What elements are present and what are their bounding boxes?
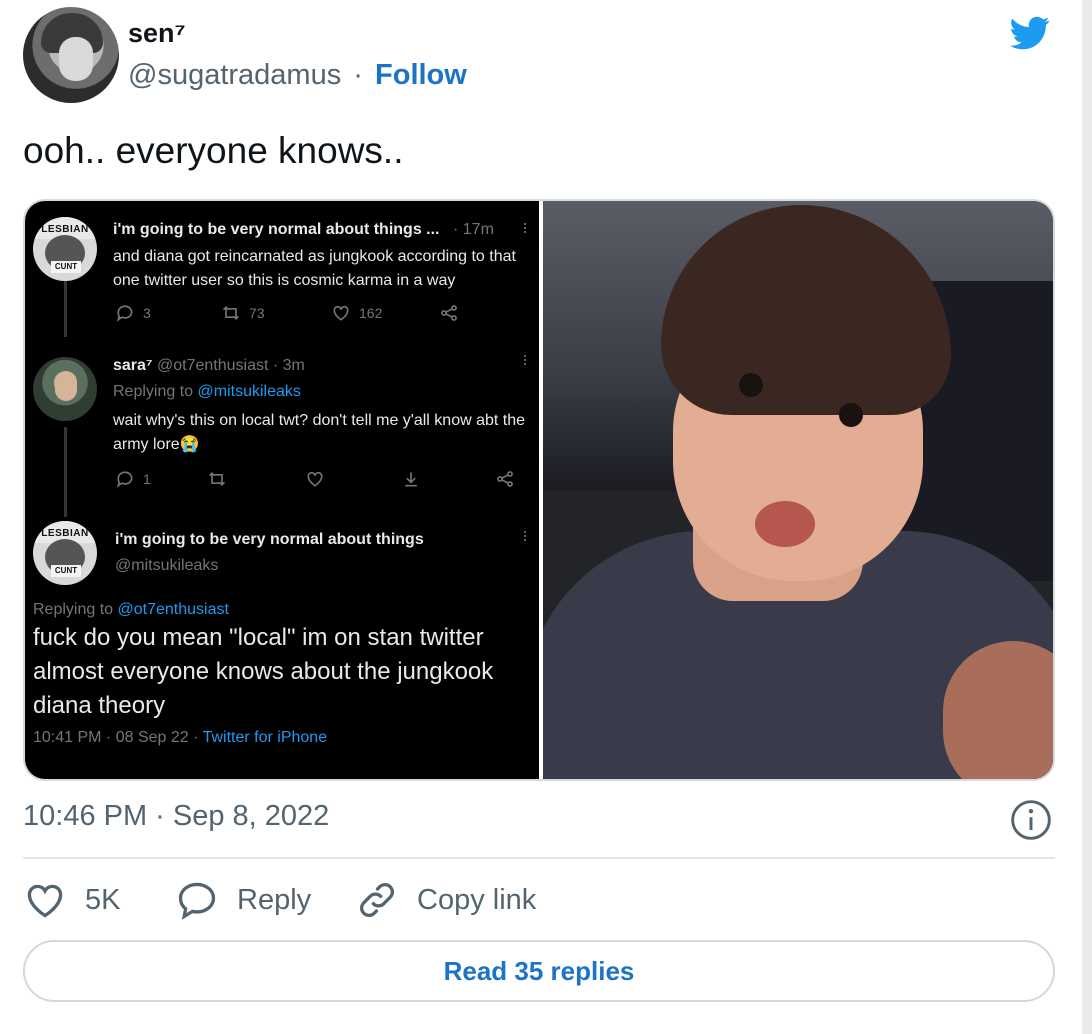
- lesbian-avatar: LESBIAN CUNT: [33, 217, 97, 281]
- separator-dot: ·: [353, 59, 363, 91]
- reply-button[interactable]: Reply: [175, 876, 311, 924]
- speech-bubble-icon: [178, 882, 216, 920]
- author-handle-row: @sugatradamus · Follow: [128, 59, 467, 92]
- info-icon[interactable]: [1009, 798, 1053, 842]
- photo-mouth: [755, 501, 815, 547]
- author-display-name[interactable]: sen⁷: [128, 18, 186, 49]
- shot-tweet1-time: · 17m: [453, 221, 494, 238]
- like-count: 162: [359, 305, 383, 321]
- shot-tweet2-meta: @ot7enthusiast · 3m: [156, 357, 305, 374]
- footer-time: 10:41 PM · 08 Sep 22 ·: [33, 729, 199, 746]
- reply-icon: [116, 471, 133, 488]
- shot-tweet2-body: wait why's this on local twt? don't tell…: [113, 412, 526, 453]
- shot-tweet3-body: fuck do you mean "local" im on stan twit…: [33, 624, 494, 719]
- more-icon: ···: [516, 221, 536, 233]
- copy-link-label: Copy link: [417, 883, 537, 916]
- photo-eye: [839, 403, 863, 427]
- heart-icon: [333, 305, 349, 321]
- lesbian-avatar: LESBIAN CUNT: [33, 521, 97, 585]
- retweet-icon: [222, 305, 240, 321]
- shot-tweet2-name: sara⁷: [113, 357, 153, 374]
- retweet-icon: [208, 471, 226, 487]
- photo-eye: [739, 373, 763, 397]
- tweet-timestamp[interactable]: 10:46 PM · Sep 8, 2022: [23, 800, 329, 833]
- replying-prefix: Replying to: [113, 383, 194, 400]
- copy-link-button[interactable]: Copy link: [355, 876, 536, 924]
- shot-tweet2-replying: Replying to @mitsukileaks: [113, 383, 301, 401]
- like-count: 5K: [85, 883, 121, 916]
- read-replies-button[interactable]: Read 35 replies: [23, 940, 1055, 1002]
- shot-tweet1-body: and diana got reincarnated as jungkook a…: [113, 248, 516, 289]
- sara-avatar: [33, 357, 97, 421]
- download-icon: [405, 472, 417, 487]
- window-edge: [1082, 0, 1092, 1034]
- reply-icon: [116, 305, 133, 322]
- twitter-bird-icon[interactable]: [1005, 13, 1055, 53]
- reply-count: 1: [143, 471, 151, 487]
- author-avatar[interactable]: [23, 7, 119, 103]
- thread-line: [64, 427, 67, 517]
- heart-icon: [27, 884, 63, 918]
- shot-tweet3-footer: 10:41 PM · 08 Sep 22 · Twitter for iPhon…: [33, 729, 327, 747]
- divider: [23, 857, 1055, 859]
- link-icon: [360, 883, 394, 917]
- retweet-count: 73: [249, 305, 265, 321]
- avatar-face: [55, 371, 77, 401]
- shot-retweet-action: [207, 469, 227, 489]
- shot-share-action: [495, 469, 515, 489]
- heart-icon: [307, 471, 323, 487]
- shot-share-action: [439, 303, 459, 323]
- embedded-tweet-screenshot[interactable]: LESBIAN CUNT i'm going to be very normal…: [25, 201, 539, 779]
- thread-line: [64, 277, 67, 337]
- tweet-text: ooh.. everyone knows..: [23, 130, 404, 171]
- avatar-bottom-text: CUNT: [51, 565, 81, 577]
- footer-source: Twitter for iPhone: [202, 729, 328, 746]
- more-icon: ···: [516, 353, 536, 365]
- reply-label: Reply: [237, 883, 312, 916]
- shot-tweet3-handle: @mitsukileaks: [115, 557, 219, 574]
- shot-reply-action: 1: [115, 469, 151, 489]
- shot-tweet1-name: i'm going to be very normal about things…: [113, 221, 440, 238]
- author-handle[interactable]: @sugatradamus: [128, 59, 341, 91]
- avatar-bottom-text: CUNT: [51, 261, 81, 273]
- shot-like-action: [305, 469, 325, 489]
- share-icon: [441, 305, 457, 321]
- shot-tweet3-replying: Replying to @ot7enthusiast: [33, 601, 229, 619]
- reply-count: 3: [143, 305, 151, 321]
- follow-button[interactable]: Follow: [375, 59, 467, 91]
- shot-like-action: 162: [331, 303, 382, 323]
- reaction-photo[interactable]: [543, 201, 1053, 779]
- replying-to-handle: @mitsukileaks: [197, 383, 301, 400]
- more-icon: ···: [516, 529, 536, 541]
- shot-tweet2-header: sara⁷ @ot7enthusiast · 3m: [113, 357, 305, 375]
- like-button[interactable]: 5K: [23, 876, 120, 924]
- shot-reply-action: 3: [115, 303, 151, 323]
- share-icon: [497, 471, 513, 487]
- replying-prefix: Replying to: [33, 601, 114, 618]
- avatar-face: [59, 37, 93, 81]
- replying-to-handle: @ot7enthusiast: [117, 601, 229, 618]
- shot-tweet3-name: i'm going to be very normal about things: [115, 531, 424, 548]
- shot-retweet-action: 73: [221, 303, 265, 323]
- media-card[interactable]: LESBIAN CUNT i'm going to be very normal…: [23, 199, 1055, 781]
- shot-download-action: [401, 469, 421, 489]
